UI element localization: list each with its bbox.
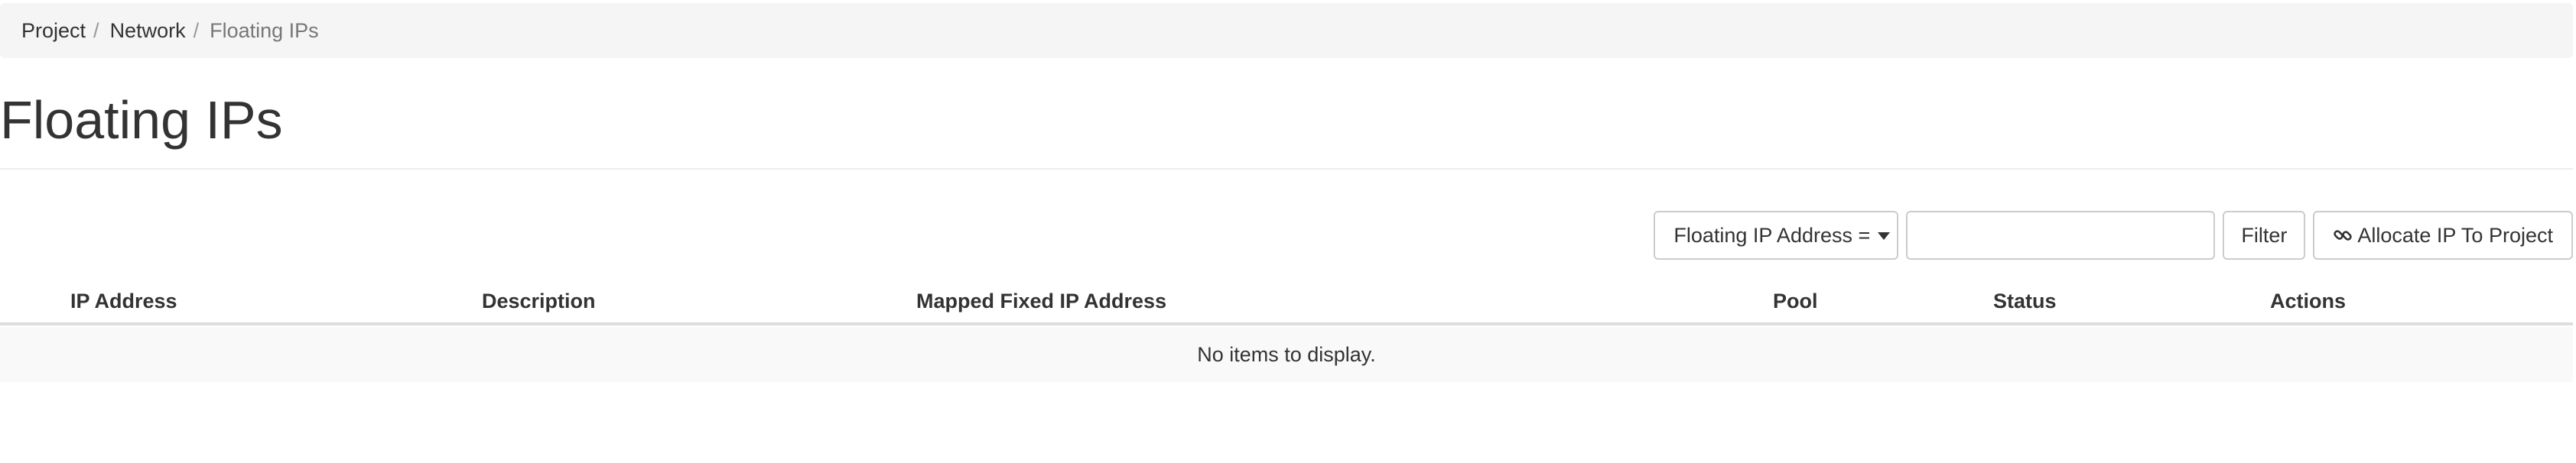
column-header-ip-address[interactable]: IP Address <box>70 280 177 322</box>
breadcrumb-item-network[interactable]: Network <box>110 19 186 43</box>
allocate-ip-label: Allocate IP To Project <box>2357 223 2553 247</box>
breadcrumb-item-project[interactable]: Project <box>21 19 86 43</box>
link-icon <box>2333 225 2353 245</box>
empty-message: No items to display. <box>1197 342 1376 366</box>
column-header-pool[interactable]: Pool <box>1773 280 1818 322</box>
breadcrumb: Project / Network / Floating IPs <box>0 3 2573 58</box>
filter-field-dropdown[interactable]: Floating IP Address = <box>1654 211 1899 260</box>
allocate-ip-button[interactable]: Allocate IP To Project <box>2313 211 2573 260</box>
breadcrumb-separator: / <box>193 18 200 42</box>
filter-input[interactable] <box>1906 211 2216 260</box>
column-header-status[interactable]: Status <box>1993 280 2057 322</box>
breadcrumb-separator: / <box>93 18 99 42</box>
table-header: IP Address Description Mapped Fixed IP A… <box>0 280 2573 325</box>
title-divider <box>0 168 2573 170</box>
filter-toolbar: Floating IP Address = Filter Allocate IP… <box>1654 211 2573 260</box>
column-header-mapped-fixed-ip[interactable]: Mapped Fixed IP Address <box>916 280 1166 322</box>
column-header-description[interactable]: Description <box>482 280 596 322</box>
column-header-actions: Actions <box>2270 289 2347 312</box>
table-empty-row: No items to display. <box>0 327 2573 382</box>
page-title: Floating IPs <box>0 90 283 150</box>
page: Project / Network / Floating IPs Floatin… <box>0 0 2576 463</box>
filter-button[interactable]: Filter <box>2223 211 2306 260</box>
breadcrumb-item-current: Floating IPs <box>210 18 319 42</box>
caret-down-icon <box>1878 232 1891 240</box>
filter-field-label: Floating IP Address = <box>1673 223 1871 247</box>
